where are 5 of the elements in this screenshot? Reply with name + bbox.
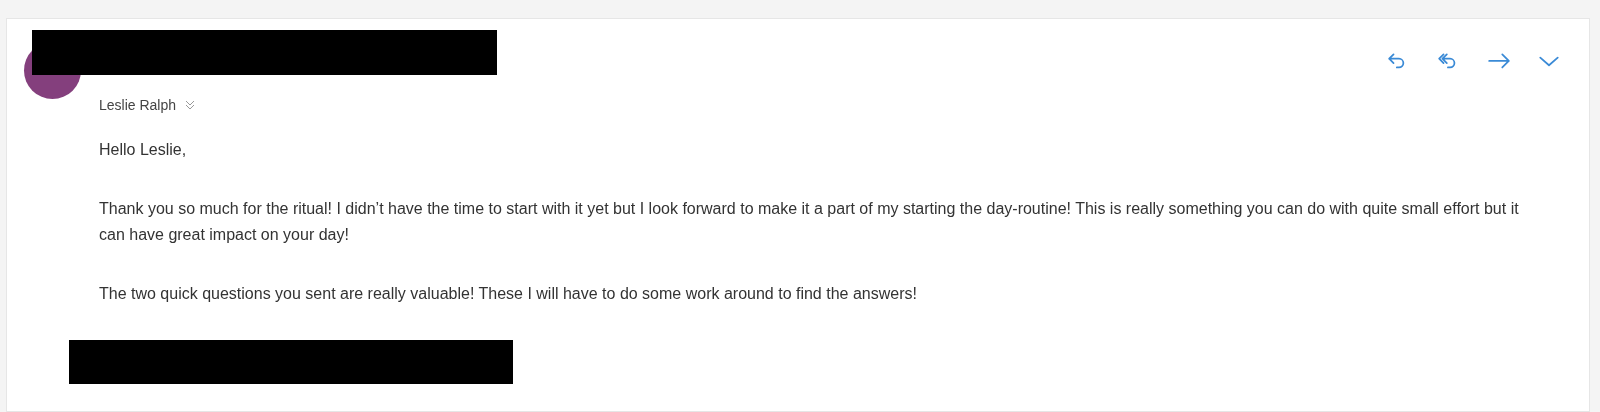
message-paragraph: Thank you so much for the ritual! I didn’t have the time to start with it yet but I look forward to make it a part of my starting the day-routine! This is really something you can do with quite small effort but it can have great impact on your day!	[99, 199, 1520, 245]
chevron-down-icon[interactable]	[184, 99, 197, 111]
message-paragraph: The two quick questions you sent are really valuable! These I will have to do some work around to find the answers!	[99, 284, 918, 304]
recipient-name: Leslie Ralph	[99, 97, 177, 113]
message-paragraph: Hello Leslie,	[99, 140, 188, 160]
